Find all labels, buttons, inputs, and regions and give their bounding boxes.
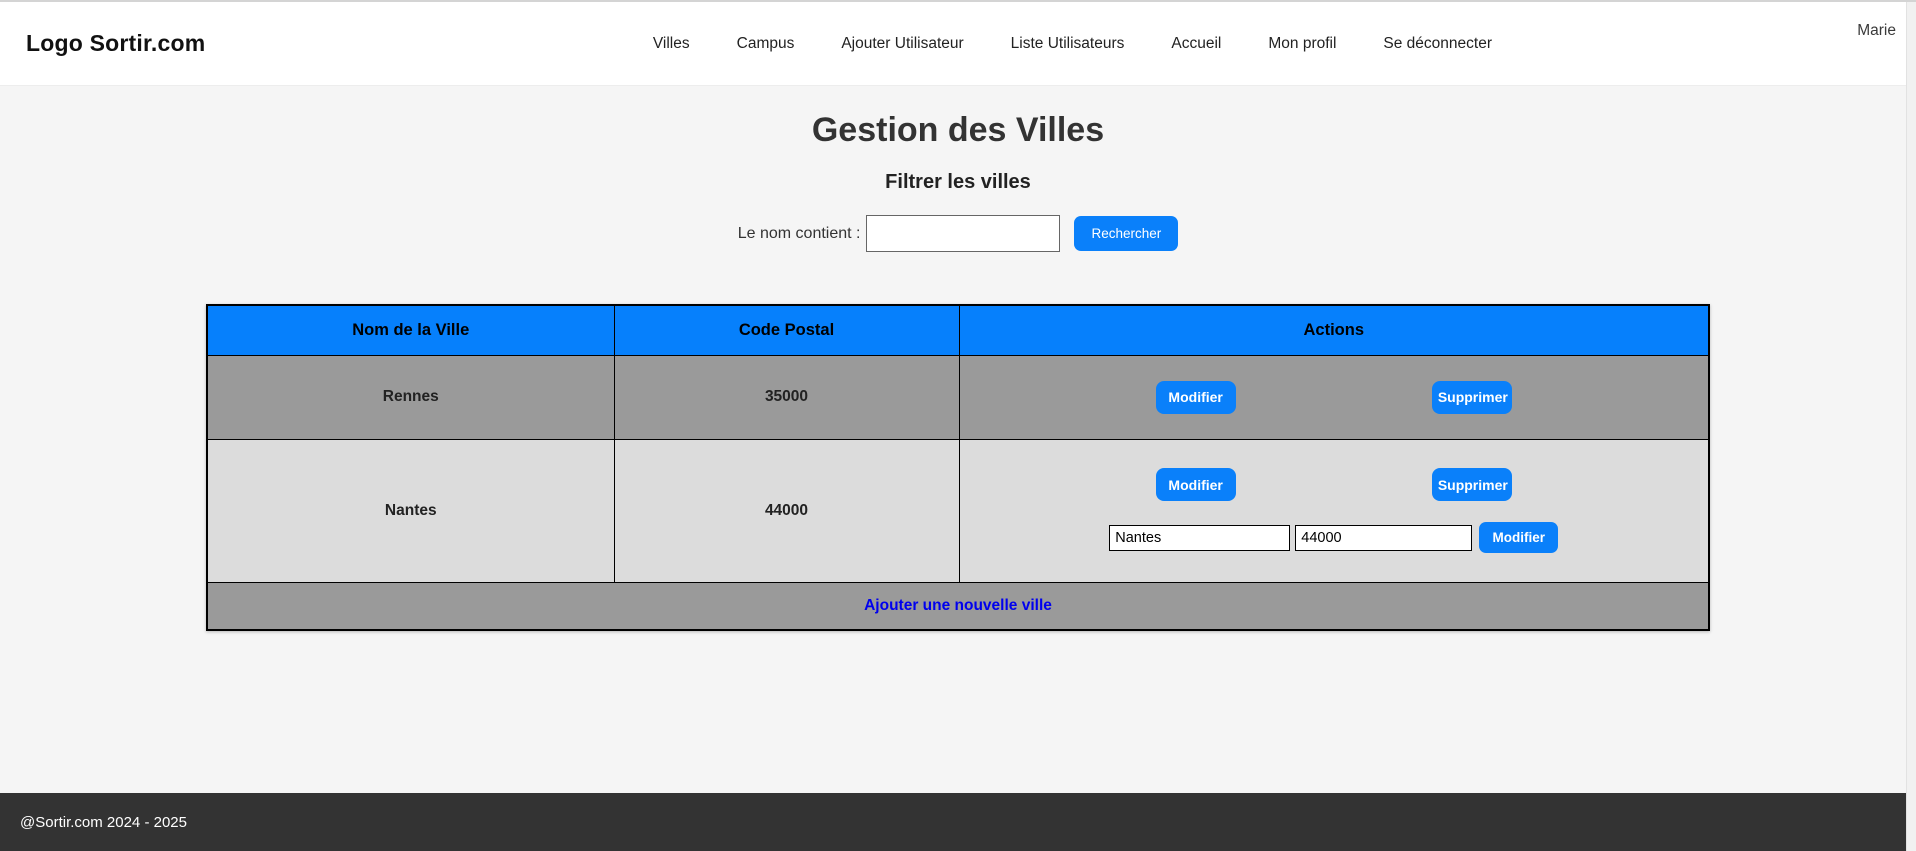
logged-in-username: Marie — [1857, 22, 1896, 39]
nav-item-se-deconnecter[interactable]: Se déconnecter — [1383, 35, 1492, 53]
inline-edit-form: Modifier — [960, 522, 1709, 553]
add-city-link[interactable]: Ajouter une nouvelle ville — [864, 597, 1052, 614]
main-navigation: Villes Campus Ajouter Utilisateur Liste … — [653, 35, 1492, 53]
table-header-row: Nom de la Ville Code Postal Actions — [206, 304, 1710, 356]
postal-code-cell: 44000 — [613, 438, 960, 583]
nav-item-campus[interactable]: Campus — [737, 35, 795, 53]
nav-item-ajouter-utilisateur[interactable]: Ajouter Utilisateur — [841, 35, 963, 53]
postal-code-cell: 35000 — [613, 354, 960, 440]
modifier-button[interactable]: Modifier — [1155, 468, 1236, 501]
nav-item-liste-utilisateurs[interactable]: Liste Utilisateurs — [1011, 35, 1125, 53]
edit-submit-button[interactable]: Modifier — [1479, 522, 1559, 553]
edit-postal-code-input[interactable] — [1295, 524, 1473, 551]
main-content: Gestion des Villes Filtrer les villes Le… — [0, 111, 1916, 631]
column-header-code-postal: Code Postal — [613, 304, 960, 356]
site-footer: @Sortir.com 2024 - 2025 — [0, 793, 1916, 851]
table-footer-row: Ajouter une nouvelle ville — [206, 581, 1710, 631]
nav-item-mon-profil[interactable]: Mon profil — [1268, 35, 1336, 53]
table-row: Nantes 44000 Modifier Supprimer Modifier — [206, 438, 1710, 583]
supprimer-button[interactable]: Supprimer — [1431, 468, 1512, 501]
supprimer-button[interactable]: Supprimer — [1431, 380, 1512, 414]
column-header-actions: Actions — [958, 304, 1710, 356]
copyright-text: @Sortir.com 2024 - 2025 — [20, 813, 187, 831]
top-navbar: Logo Sortir.com Villes Campus Ajouter Ut… — [0, 2, 1916, 86]
city-name-cell: Rennes — [206, 354, 615, 440]
city-name-cell: Nantes — [206, 438, 615, 583]
app-logo: Logo Sortir.com — [26, 30, 206, 56]
filter-form: Le nom contient : Rechercher — [0, 215, 1916, 252]
table-row: Rennes 35000 Modifier Supprimer — [206, 354, 1710, 440]
modifier-button[interactable]: Modifier — [1155, 380, 1236, 414]
edit-city-name-input[interactable] — [1109, 524, 1291, 551]
nav-item-villes[interactable]: Villes — [653, 35, 690, 53]
filter-label: Le nom contient : — [737, 224, 861, 242]
nav-item-accueil[interactable]: Accueil — [1171, 35, 1221, 53]
scrollbar-track[interactable] — [1906, 2, 1916, 851]
filter-name-input[interactable] — [866, 215, 1061, 252]
actions-cell: Modifier Supprimer — [958, 354, 1710, 440]
filter-heading: Filtrer les villes — [885, 171, 1031, 193]
page-title: Gestion des Villes — [811, 111, 1105, 149]
search-button[interactable]: Rechercher — [1074, 216, 1179, 251]
actions-cell: Modifier Supprimer Modifier — [958, 438, 1710, 583]
villes-table: Nom de la Ville Code Postal Actions Renn… — [206, 304, 1710, 631]
column-header-nom: Nom de la Ville — [206, 304, 615, 356]
